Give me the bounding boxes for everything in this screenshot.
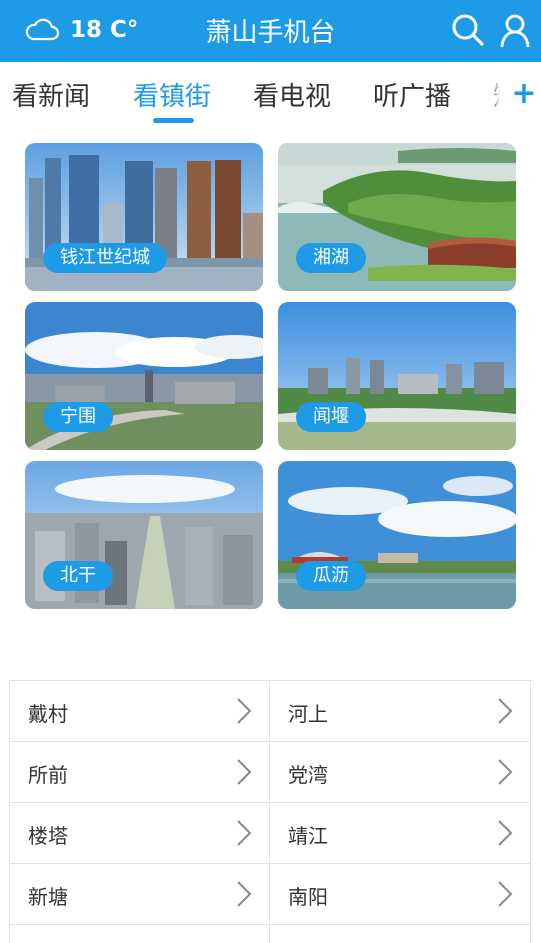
town-card-label: 闻堰 [296,402,366,432]
weather-widget[interactable]: 18 C° [24,13,138,47]
town-card-ningwei[interactable]: 宁围 [25,302,263,450]
town-card-label: 宁围 [43,402,113,432]
town-card-xianghu[interactable]: 湘湖 [278,143,516,291]
town-name: 靖江 [288,824,328,848]
chevron-right-icon [237,698,252,724]
town-list-item[interactable]: 靖江 [270,803,531,864]
town-card-label: 湘湖 [296,243,366,273]
town-list-item[interactable]: 河上 [270,681,531,742]
town-name: 戴村 [28,702,68,726]
top-bar: 18 C° 萧山手机台 [0,0,541,62]
town-list-item-partial[interactable] [9,925,270,943]
channel-tabs: 看新闻 看镇街 看电视 听广播 短 + [0,62,541,128]
featured-towns: 钱江世纪城 湘湖 宁围 闻堰 北干 瓜沥 [0,128,541,628]
town-name: 所前 [28,763,68,787]
chevron-right-icon [498,881,513,907]
chevron-right-icon [498,698,513,724]
temperature: 18 C° [70,17,139,43]
town-card-label: 瓜沥 [296,561,366,591]
search-icon [452,14,484,46]
town-list-item[interactable]: 所前 [9,742,270,803]
town-list: 戴村 河上 所前 党湾 楼塔 靖江 新塘 南阳 [9,680,532,943]
add-tab-button[interactable]: + [509,76,539,112]
user-button[interactable] [497,12,533,48]
tab-towns[interactable]: 看镇街 [133,76,211,113]
town-card-guali[interactable]: 瓜沥 [278,461,516,609]
chevron-right-icon [498,759,513,785]
town-card-qianjiang[interactable]: 钱江世纪城 [25,143,263,291]
chevron-right-icon [237,759,252,785]
town-name: 新塘 [28,885,68,909]
chevron-right-icon [237,881,252,907]
town-name: 河上 [288,702,328,726]
tab-news[interactable]: 看新闻 [12,76,90,113]
town-card-label: 钱江世纪城 [43,243,167,273]
app-title: 萧山手机台 [205,18,336,48]
user-icon [500,14,530,47]
town-list-item[interactable]: 楼塔 [9,803,270,864]
town-list-item[interactable]: 戴村 [9,681,270,742]
town-card-label: 北干 [43,561,113,591]
tab-tv[interactable]: 看电视 [253,76,331,113]
cloud-icon [25,18,60,41]
town-card-beigan[interactable]: 北干 [25,461,263,609]
active-tab-indicator [153,118,194,123]
search-button[interactable] [450,12,486,48]
chevron-right-icon [498,820,513,846]
tab-radio[interactable]: 听广播 [373,76,451,113]
town-list-item-partial[interactable] [270,925,531,943]
town-name: 楼塔 [28,824,68,848]
chevron-right-icon [237,820,252,846]
town-name: 党湾 [288,763,328,787]
town-list-item[interactable]: 新塘 [9,864,270,925]
town-name: 南阳 [288,885,328,909]
town-card-wenyan[interactable]: 闻堰 [278,302,516,450]
town-list-item[interactable]: 党湾 [270,742,531,803]
town-list-item[interactable]: 南阳 [270,864,531,925]
